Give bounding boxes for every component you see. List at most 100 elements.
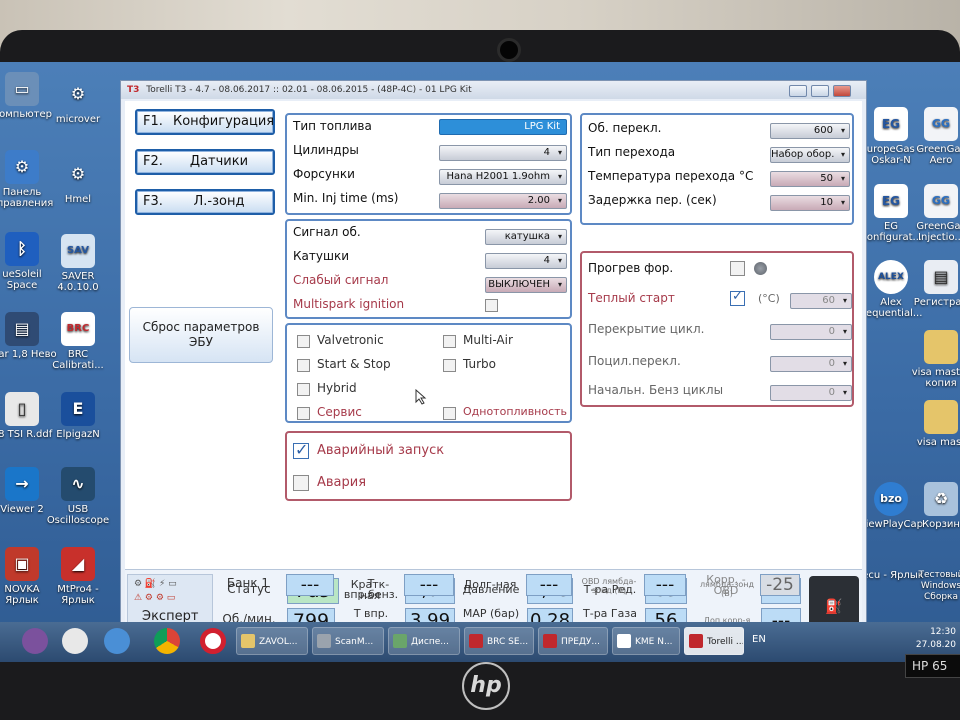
desktop-icon-elpigaz[interactable]: E ElpigazN [42, 392, 114, 440]
document-icon: ▯ [5, 392, 39, 426]
hot-start-temp-spinner[interactable]: 60 ▾ [790, 293, 852, 309]
bluetooth-icon: ᛒ [5, 232, 39, 266]
desktop-icon-visa-master-copy[interactable]: visa master копия [905, 330, 960, 389]
viewer-icon: → [5, 467, 39, 501]
chevron-down-icon: ▾ [840, 150, 845, 159]
window-title: Torelli T3 - 4.7 - 08.06.2017 :: 02.01 -… [146, 85, 472, 95]
checkmark-icon: ✓ [295, 440, 309, 459]
chevron-down-icon: ▾ [840, 126, 845, 135]
obd-correction-value: -25 [760, 574, 800, 596]
taskbar: ZAVOL... ScanM... Диспе... BRC SE... ПРЕ… [0, 622, 960, 662]
chevron-down-icon: ▾ [842, 388, 847, 397]
switch-delay-spinner[interactable]: 10 ▾ [770, 195, 850, 211]
fuel-panel: Тип топлива LPG Kit Цилиндры 4 ▾ Форсунки… [285, 113, 572, 215]
eg-config-icon: EG [874, 184, 908, 218]
taskbar-item-warning[interactable]: ПРЕДУ... [538, 627, 608, 655]
saver-icon: SAV [61, 234, 95, 268]
clock[interactable]: 12:30 27.08.20 [916, 626, 956, 652]
chevron-down-icon: ▾ [557, 196, 562, 205]
emergency-start-checkbox[interactable]: ✓ [293, 440, 309, 459]
control-panel-icon: ⚙ [5, 150, 39, 184]
laptop-model-label: HP 65 [905, 654, 960, 678]
chevron-down-icon: ▾ [842, 359, 847, 368]
desktop-icon-brc[interactable]: BRC BRC Calibrati... [42, 312, 114, 371]
multispark-checkbox[interactable] [485, 299, 498, 312]
desktop-icon-microver[interactable]: ⚙ microver [42, 77, 114, 125]
mouse-cursor-icon [415, 389, 427, 405]
monofuel-checkbox[interactable] [443, 407, 456, 420]
desktop-icon-registration[interactable]: ▤ Регистрац [905, 260, 960, 308]
file-icon: ▤ [5, 312, 39, 346]
computer-icon: ▭ [5, 72, 39, 106]
chevron-down-icon: ▾ [557, 172, 562, 181]
coils-select[interactable]: 4 ▾ [485, 253, 567, 269]
valvetronic-checkbox[interactable] [297, 335, 310, 348]
reset-ecu-button[interactable]: Сброс параметров ЭБУ [129, 307, 273, 363]
taskbar-item-brc[interactable]: BRC SE... [464, 627, 534, 655]
initial-petrol-cycles-spinner[interactable]: 0 ▾ [770, 385, 852, 401]
start-stop-checkbox[interactable] [297, 359, 310, 372]
turbo-checkbox[interactable] [443, 359, 456, 372]
alex-icon: ALEX [874, 260, 908, 294]
switch-temp-spinner[interactable]: 50 ▾ [770, 171, 850, 187]
gear-icon: ⚙ [70, 84, 86, 103]
f2-sensors-button[interactable]: F2. Датчики [135, 149, 275, 175]
europegas-icon: EG [874, 107, 908, 141]
chevron-down-icon: ▾ [840, 198, 845, 207]
desktop-icon-mtpro[interactable]: ◢ MtPro4 - Ярлык [42, 547, 114, 606]
injector-warmup-checkbox[interactable] [730, 261, 745, 276]
min-inj-time-spinner[interactable]: 2.00 ▾ [439, 193, 567, 209]
taskbar-item-dispatcher[interactable]: Диспе... [388, 627, 460, 655]
mtpro-icon: ◢ [61, 547, 95, 581]
taskbar-item-zavol[interactable]: ZAVOL... [236, 627, 308, 655]
options-panel: Valvetronic Multi-Air Start & Stop Turbo… [285, 323, 572, 423]
chevron-down-icon: ▾ [840, 174, 845, 183]
viber-icon[interactable] [22, 628, 48, 654]
alarm-checkbox[interactable] [293, 475, 309, 491]
greengas-injection-icon: GG [924, 184, 958, 218]
chrome-icon[interactable] [154, 628, 180, 654]
close-button[interactable] [833, 85, 851, 97]
desktop-icon-oscilloscope[interactable]: ∿ USB Oscilloscope [42, 467, 114, 526]
injectors-select[interactable]: Hana H2001 1.9ohm ▾ [439, 169, 567, 185]
folder-icon [241, 634, 255, 648]
multiair-checkbox[interactable] [443, 335, 456, 348]
phased-switch-spinner[interactable]: 0 ▾ [770, 356, 852, 372]
t3-icon [689, 634, 703, 648]
desktop-icon-visa-master[interactable]: visa mast [905, 400, 960, 448]
fuel-type-select[interactable]: LPG Kit [439, 119, 567, 135]
window-titlebar[interactable]: T3 Torelli T3 - 4.7 - 08.06.2017 :: 02.0… [121, 81, 866, 99]
ie-icon[interactable] [104, 628, 130, 654]
maximize-button[interactable] [811, 85, 829, 97]
desktop-icon-recycle-bin[interactable]: ♻ Корзин [905, 482, 960, 530]
switch-type-select[interactable]: Набор обор. ▾ [770, 147, 850, 163]
weak-signal-select[interactable]: ВЫКЛЮЧЕН ▾ [485, 277, 567, 293]
taskbar-item-scanm[interactable]: ScanM... [312, 627, 384, 655]
recycle-icon[interactable] [62, 628, 88, 654]
f1-configuration-button[interactable]: F1. Конфигурация [135, 109, 275, 135]
hybrid-checkbox[interactable] [297, 383, 310, 396]
taskbar-item-kme[interactable]: KME N... [612, 627, 680, 655]
minimize-button[interactable] [789, 85, 807, 97]
cylinders-select[interactable]: 4 ▾ [439, 145, 567, 161]
opera-icon[interactable] [200, 628, 226, 654]
signal-select[interactable]: катушка ▾ [485, 229, 567, 245]
overlap-cycles-spinner[interactable]: 0 ▾ [770, 324, 852, 340]
window-body: F1. Конфигурация F2. Датчики F3. Л.-зонд Сб… [125, 101, 862, 649]
desktop-watermark: Тестовый Windows Сборка [918, 570, 960, 602]
desktop-icon-saver[interactable]: SAV SAVER 4.0.10.0 [42, 234, 114, 293]
warmup-panel: Прогрев фор. Теплый старт ✓ (°C) 60 ▾ Пер… [580, 251, 854, 407]
registration-icon: ▤ [924, 260, 958, 294]
desktop-icon-hmel[interactable]: ⚙ Hmel [42, 157, 114, 205]
taskbar-item-torelli[interactable]: Torelli ... [684, 627, 744, 655]
obd-lambda-value: --- [644, 574, 686, 596]
service-checkbox[interactable] [297, 407, 310, 420]
desktop-icon-greengas-inj[interactable]: GG GreenGas Injectio... [905, 184, 960, 243]
emergency-panel: ✓ Аварийный запуск Авария [285, 431, 572, 501]
switch-rpm-spinner[interactable]: 600 ▾ [770, 123, 850, 139]
hot-start-checkbox[interactable]: ✓ [730, 289, 745, 306]
f3-lambda-button[interactable]: F3. Л.-зонд [135, 189, 275, 215]
torelli-window: T3 Torelli T3 - 4.7 - 08.06.2017 :: 02.0… [120, 80, 867, 654]
desktop-icon-greengas-aero[interactable]: GG GreenGas Aero [905, 107, 960, 166]
language-indicator[interactable]: EN [752, 634, 766, 645]
